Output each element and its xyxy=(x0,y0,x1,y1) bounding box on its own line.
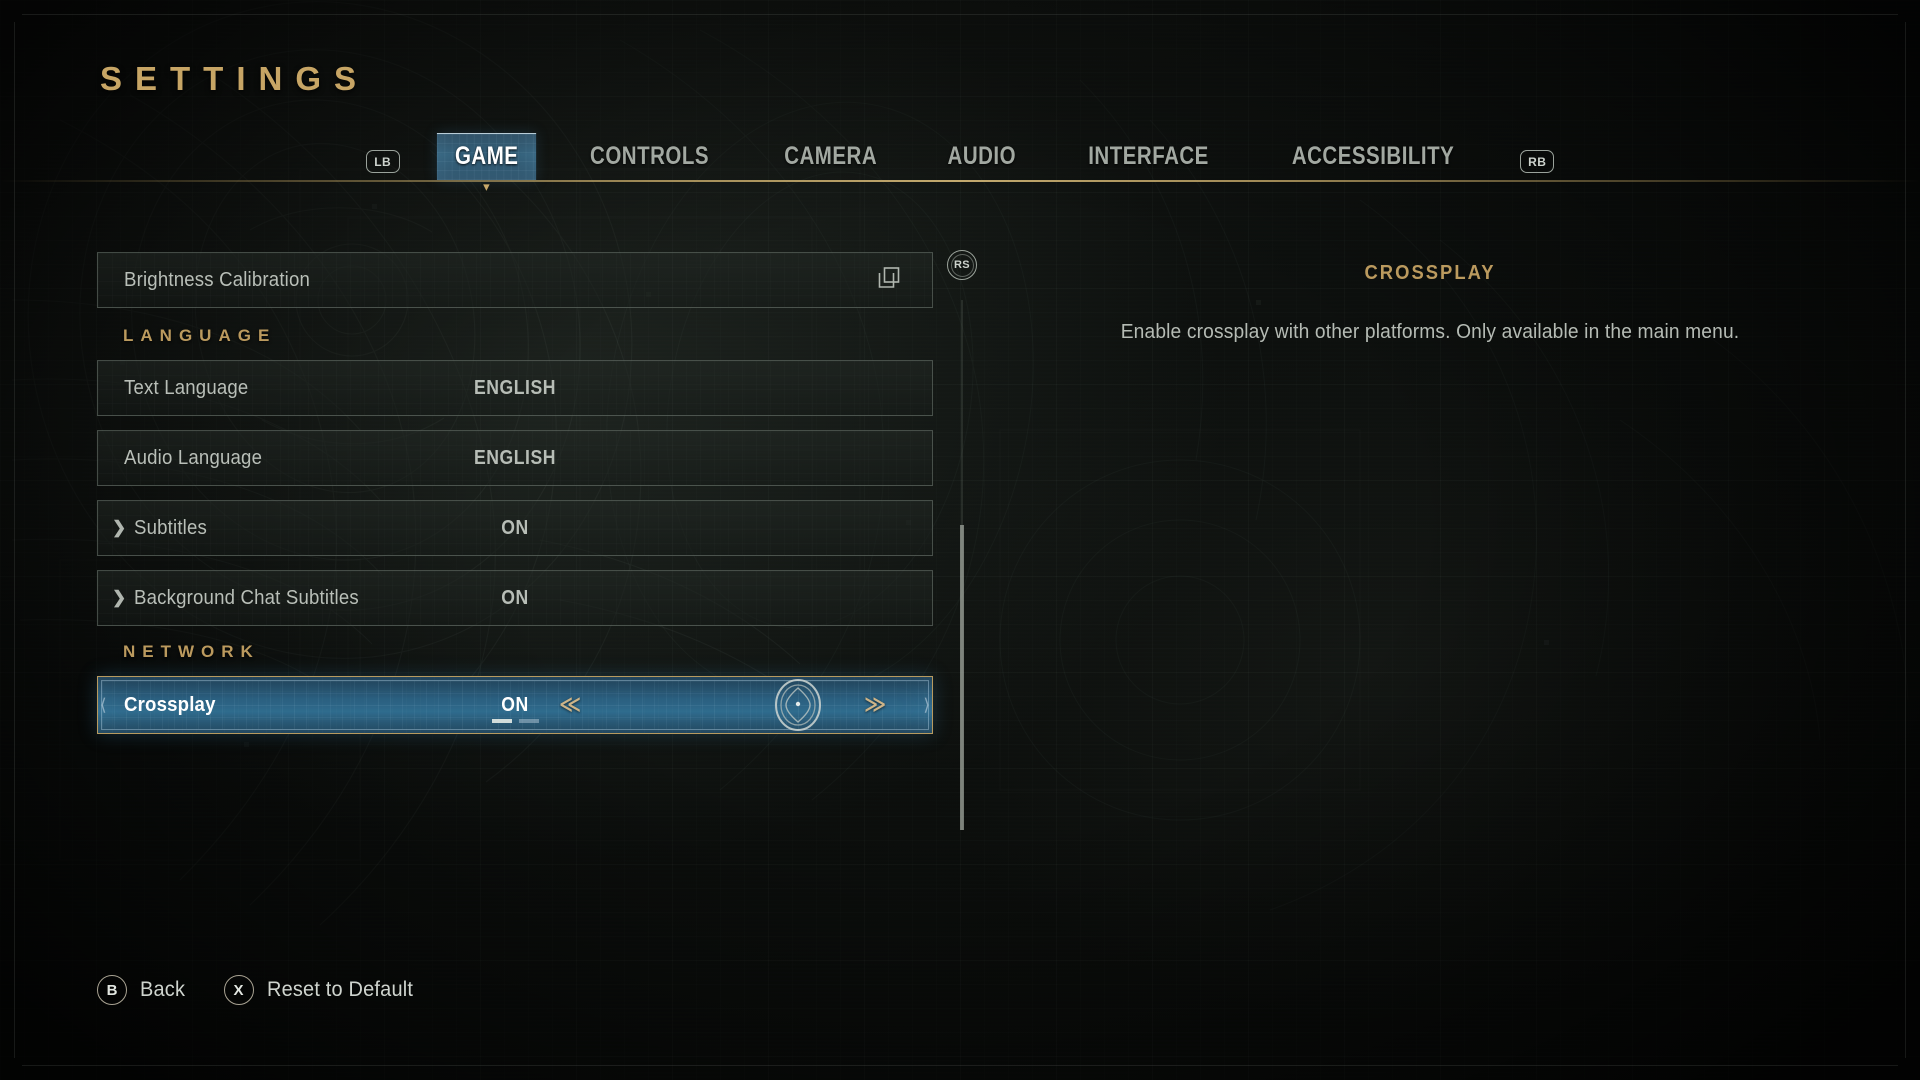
description-title: CROSSPLAY xyxy=(1364,262,1496,284)
option-dot xyxy=(518,719,539,723)
frame-border-top xyxy=(22,14,1898,15)
left-bumper-badge: LB xyxy=(365,150,400,173)
right-bumper-badge: RB xyxy=(1520,150,1555,173)
section-header-language: LANGUAGE xyxy=(123,326,277,345)
expand-chevron-icon: ❯ xyxy=(112,517,127,537)
row-brightness-calibration[interactable]: Brightness Calibration xyxy=(97,252,933,308)
settings-screen: SETTINGS LB GAME CONTROLS CAMERA AUDIO I… xyxy=(0,0,1920,1080)
section-header-network: NETWORK xyxy=(123,642,260,661)
row-value: ON xyxy=(501,516,529,539)
settings-list: Brightness Calibration LANGUAGE Text Lan… xyxy=(97,252,933,748)
selection-edge-left-icon: ⟨ xyxy=(100,695,107,715)
duplicate-icon xyxy=(876,265,902,296)
back-button-label: Back xyxy=(140,978,186,1001)
option-dot xyxy=(491,719,512,723)
description-body: Enable crossplay with other platforms. O… xyxy=(1120,321,1740,343)
row-value: ENGLISH xyxy=(474,376,556,399)
cursor-reticle-icon xyxy=(770,677,826,733)
tab-controls[interactable]: CONTROLS xyxy=(572,134,727,180)
row-crossplay[interactable]: ⟨ Crossplay ≪ ON ≫ ⟩ xyxy=(97,676,933,734)
button-x-icon: X xyxy=(223,975,254,1005)
row-subtitles[interactable]: ❯ Subtitles ON xyxy=(97,500,933,556)
selection-edge-right-icon: ⟩ xyxy=(923,695,930,715)
expand-chevron-icon: ❯ xyxy=(112,587,127,607)
scrollbar-thumb[interactable] xyxy=(960,525,964,830)
row-value: ENGLISH xyxy=(474,446,556,469)
tab-accessibility[interactable]: ACCESSIBILITY xyxy=(1274,134,1473,180)
right-stick-badge: RS xyxy=(947,250,977,280)
footer-hints: B Back X Reset to Default xyxy=(97,975,420,1005)
row-text-language[interactable]: Text Language ENGLISH xyxy=(97,360,933,416)
tab-bar: LB GAME CONTROLS CAMERA AUDIO INTERFACE … xyxy=(0,120,1920,180)
page-title: SETTINGS xyxy=(100,60,370,97)
increase-arrow-icon[interactable]: ≫ xyxy=(864,692,886,718)
frame-border-bottom xyxy=(22,1065,1898,1066)
row-background-chat-subtitles[interactable]: ❯ Background Chat Subtitles ON xyxy=(97,570,933,626)
row-label: Brightness Calibration xyxy=(124,268,311,291)
tab-game[interactable]: GAME xyxy=(436,133,537,180)
tab-audio[interactable]: AUDIO xyxy=(929,134,1034,180)
row-value: ON xyxy=(501,586,529,609)
tab-camera[interactable]: CAMERA xyxy=(766,134,895,180)
reset-to-default-button[interactable]: X Reset to Default xyxy=(223,975,421,1005)
description-panel: CROSSPLAY Enable crossplay with other pl… xyxy=(1030,262,1830,347)
button-b-icon: B xyxy=(97,975,127,1005)
row-audio-language[interactable]: Audio Language ENGLISH xyxy=(97,430,933,486)
tab-interface[interactable]: INTERFACE xyxy=(1070,134,1227,180)
active-tab-marker-icon: ▾ xyxy=(483,179,490,194)
reset-to-default-label: Reset to Default xyxy=(266,978,413,1001)
tab-divider xyxy=(0,180,1920,182)
back-button[interactable]: B Back xyxy=(97,975,188,1005)
